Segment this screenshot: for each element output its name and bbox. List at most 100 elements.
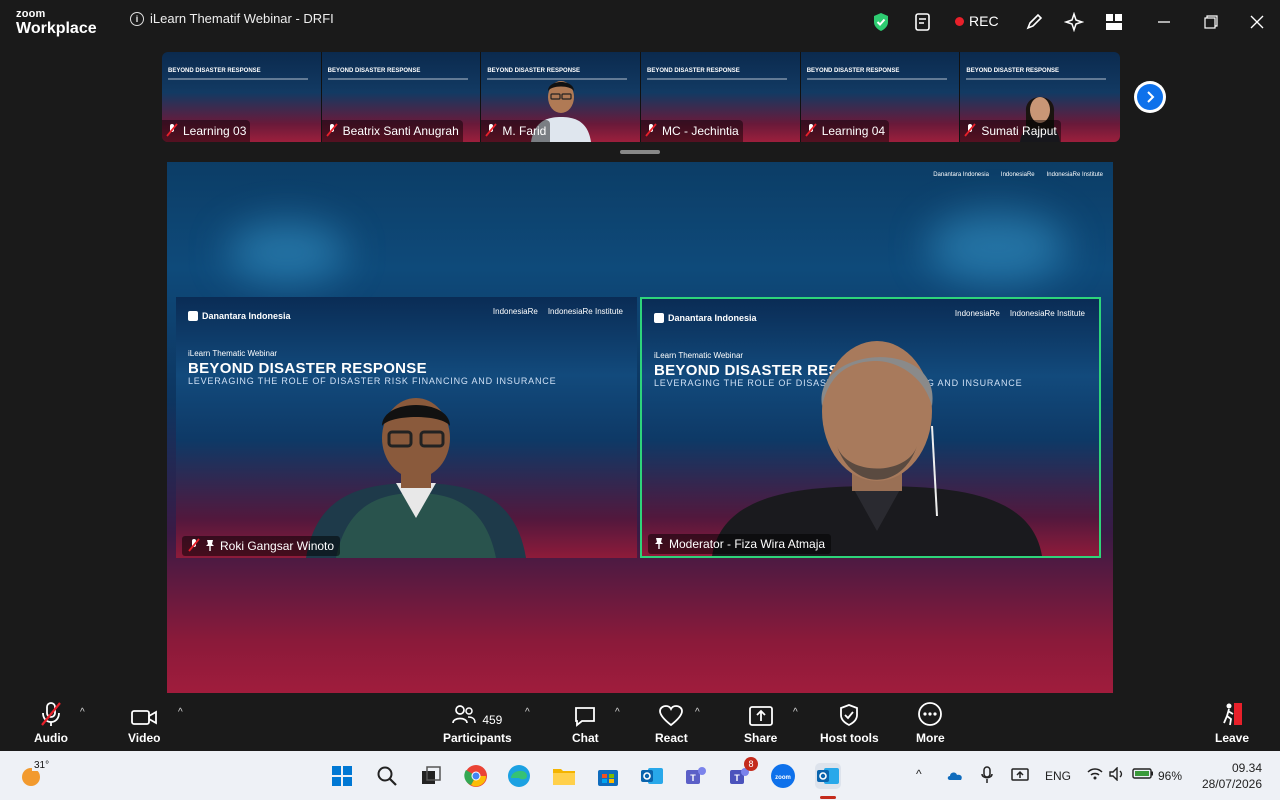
record-dot-icon (955, 16, 964, 26)
react-options-caret[interactable]: ^ (695, 707, 700, 718)
zoom-workplace-logo: zoom Workplace (16, 8, 97, 37)
microphone-icon[interactable] (981, 766, 993, 787)
weather-widget[interactable]: 31° (20, 760, 52, 786)
participants-icon (452, 704, 477, 727)
zoom-taskbar-icon[interactable]: zoom (770, 763, 796, 789)
edge-icon[interactable] (506, 763, 532, 789)
participant-thumbnail[interactable]: BEYOND DISASTER RESPONSE M. Farid (481, 52, 642, 142)
more-dots-icon (917, 701, 943, 727)
main-stage: Danantara Indonesia IndonesiaRe Indonesi… (167, 162, 1113, 693)
participant-name-tag: M. Farid (481, 120, 551, 142)
meeting-title[interactable]: i iLearn Thematif Webinar - DRFI (130, 11, 334, 26)
ai-sparkle-icon[interactable] (1063, 11, 1085, 33)
battery-icon[interactable] (1132, 767, 1154, 783)
participant-thumbnail[interactable]: BEYOND DISASTER RESPONSE MC - Jechintia (641, 52, 801, 142)
chat-button[interactable]: Chat (572, 701, 599, 745)
active-app-indicator (820, 796, 836, 799)
show-hidden-icons-chevron-icon[interactable]: ^ (916, 767, 922, 781)
mic-muted-icon (645, 122, 657, 140)
video-camera-icon (130, 701, 158, 727)
pen-icon[interactable] (1023, 11, 1045, 33)
svg-text:zoom: zoom (775, 775, 791, 781)
task-view-icon[interactable] (418, 763, 444, 789)
close-icon[interactable] (1246, 11, 1268, 33)
mic-muted-icon (485, 122, 498, 140)
participant-name-tag: Sumati Rajput (960, 120, 1061, 142)
mic-muted-icon (188, 537, 200, 555)
recording-indicator[interactable]: REC (955, 13, 999, 29)
svg-text:T: T (690, 773, 696, 783)
participant-thumbnail[interactable]: BEYOND DISASTER RESPONSE Beatrix Santi A… (321, 52, 482, 142)
leave-button[interactable]: Leave (1215, 701, 1249, 745)
mic-muted-icon (39, 701, 63, 727)
participant-name-tag: Learning 03 (162, 120, 251, 142)
shield-icon (838, 701, 860, 727)
svg-text:T: T (734, 773, 740, 783)
speaker-name-tag: Moderator - Fiza Wira Atmaja (648, 534, 832, 554)
store-icon[interactable] (595, 763, 621, 789)
info-icon[interactable]: i (130, 11, 144, 26)
participant-thumbnail[interactable]: BEYOND DISASTER RESPONSE Learning 04 (800, 52, 961, 142)
title-bar: zoom Workplace i iLearn Thematif Webinar… (0, 0, 1280, 44)
speaker-video (712, 341, 1042, 556)
outlook-icon[interactable] (815, 763, 841, 789)
chat-bubble-icon (573, 701, 597, 727)
audio-options-caret[interactable]: ^ (80, 707, 85, 718)
partner-logos: IndonesiaRe IndonesiaRe Institute (492, 307, 623, 316)
notes-icon[interactable] (912, 11, 934, 33)
screen-share-tray-icon[interactable] (1011, 767, 1029, 786)
windows-taskbar: 31° T T 8 zoom ^ ENG 96% 09.34 28/07/202… (0, 751, 1280, 800)
view-grid-icon[interactable] (1103, 11, 1125, 33)
speaker-name-tag: Roki Gangsar Winoto (182, 536, 341, 556)
more-button[interactable]: More (916, 701, 945, 745)
video-button[interactable]: Video (128, 701, 160, 745)
speaker-tile[interactable]: Danantara Indonesia IndonesiaRe Indonesi… (176, 297, 637, 558)
active-speaker-tile[interactable]: Danantara Indonesia IndonesiaRe Indonesi… (640, 297, 1101, 558)
participant-name-tag: MC - Jechintia (641, 120, 743, 142)
danantara-logo: Danantara Indonesia (188, 311, 291, 321)
onedrive-icon[interactable] (946, 769, 964, 784)
restore-icon[interactable] (1200, 11, 1222, 33)
next-page-button[interactable] (1134, 81, 1166, 113)
video-options-caret[interactable]: ^ (178, 707, 183, 718)
mic-muted-icon (325, 122, 338, 140)
share-button[interactable]: Share (744, 701, 777, 745)
strip-resize-handle[interactable] (620, 150, 660, 154)
chrome-icon[interactable] (463, 763, 489, 789)
language-indicator[interactable]: ENG (1045, 769, 1071, 783)
search-icon[interactable] (374, 763, 400, 789)
outlook-new-icon[interactable] (639, 763, 665, 789)
volume-icon[interactable] (1109, 766, 1125, 784)
stage-partner-logos: Danantara Indonesia IndonesiaRe Indonesi… (933, 172, 1103, 178)
minimize-icon[interactable] (1153, 11, 1175, 33)
mic-muted-icon (166, 122, 178, 140)
chat-options-caret[interactable]: ^ (615, 707, 620, 718)
participants-button[interactable]: 459 Participants (443, 701, 512, 745)
shield-check-icon[interactable] (870, 11, 892, 33)
start-button[interactable] (329, 763, 355, 789)
audio-button[interactable]: Audio (34, 701, 68, 745)
heart-icon (658, 701, 684, 727)
speaker-video (306, 398, 526, 558)
participants-options-caret[interactable]: ^ (525, 707, 530, 718)
share-options-caret[interactable]: ^ (793, 707, 798, 718)
participant-name-tag: Learning 04 (800, 120, 890, 142)
host-tools-button[interactable]: Host tools (820, 701, 879, 745)
teams-classic-icon[interactable]: T (683, 763, 709, 789)
pin-icon (654, 537, 664, 552)
participant-strip: BEYOND DISASTER RESPONSE Learning 03 BEY… (162, 52, 1121, 142)
battery-percent: 96% (1158, 769, 1183, 783)
mic-muted-icon (964, 122, 977, 140)
chevron-right-icon (1147, 91, 1155, 103)
pin-icon (205, 539, 215, 554)
participant-thumbnail[interactable]: BEYOND DISASTER RESPONSE Learning 03 (162, 52, 322, 142)
teams-icon[interactable]: T 8 (727, 757, 758, 789)
mic-muted-icon (804, 122, 817, 140)
file-explorer-icon[interactable] (551, 763, 577, 789)
wifi-icon[interactable] (1087, 767, 1103, 784)
meeting-controls: Audio ^ Video ^ 459 Participants ^ Chat … (0, 693, 1280, 751)
system-clock[interactable]: 09.34 28/07/2026 (1202, 760, 1262, 792)
participant-thumbnail[interactable]: BEYOND DISASTER RESPONSE Sumati Rajput (960, 52, 1121, 142)
participant-name-tag: Beatrix Santi Anugrah (321, 120, 463, 142)
react-button[interactable]: React (655, 701, 688, 745)
